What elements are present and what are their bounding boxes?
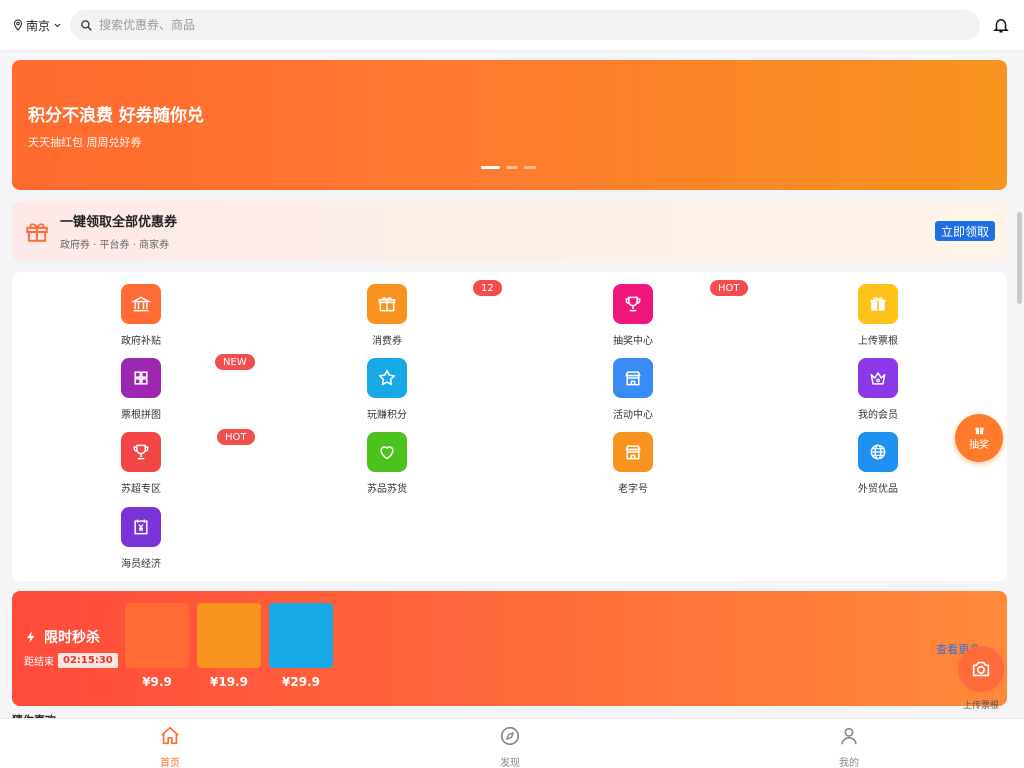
city-selector[interactable]: 南京 — [12, 17, 70, 34]
gift-icon — [974, 427, 984, 435]
lightning-icon — [26, 631, 35, 643]
grid-item-label: 政府补贴 — [121, 336, 161, 347]
camera-icon — [972, 661, 990, 677]
crown-icon — [858, 358, 898, 398]
nav-label: 发现 — [500, 758, 520, 768]
countdown-row: 距结束 02:15:30 — [24, 653, 118, 668]
search-icon — [81, 19, 92, 31]
flash-product-price: ¥19.9 — [210, 675, 248, 689]
grid-item-lottery-center[interactable]: 抽奖中心 — [573, 284, 693, 354]
bottom-navigation: 首页 发现 我的 — [0, 718, 1024, 768]
yen-calendar-icon — [121, 507, 161, 547]
trophy-icon — [613, 284, 653, 324]
banner-dot-3[interactable] — [524, 166, 536, 169]
store-icon — [613, 358, 653, 398]
grid-item-label: 外贸优品 — [858, 484, 898, 495]
nav-label: 首页 — [160, 758, 180, 768]
gift-icon — [26, 223, 48, 242]
search-bar[interactable] — [70, 10, 980, 40]
nav-profile[interactable]: 我的 — [819, 725, 879, 768]
compass-icon — [500, 726, 520, 746]
banner-dot-1[interactable] — [481, 166, 500, 169]
grid-item-export-goods[interactable]: 外贸优品 — [818, 432, 938, 502]
user-icon — [841, 727, 857, 745]
flash-product-image[interactable] — [269, 603, 333, 668]
bank-icon — [121, 284, 161, 324]
globe-icon — [858, 432, 898, 472]
grid-item-gov-subsidy[interactable]: 政府补贴 — [81, 284, 201, 354]
claim-all-coupons-bar: 一键领取全部优惠券 政府券 · 平台券 · 商家券 立即领取 — [12, 201, 1007, 261]
hot-badge: HOT — [217, 429, 255, 445]
nav-label: 我的 — [839, 758, 859, 768]
grid-item-label: 抽奖中心 — [613, 336, 653, 347]
new-badge: NEW — [215, 354, 255, 370]
gift-icon — [367, 284, 407, 324]
lottery-fab[interactable]: 抽奖 — [955, 414, 1003, 462]
grid-item-stub-puzzle[interactable]: 票根拼图 — [81, 358, 201, 428]
grid-item-earn-points[interactable]: 玩赚积分 — [327, 358, 447, 428]
gift-box-icon — [858, 284, 898, 324]
grid-item-membership[interactable]: 我的会员 — [818, 358, 938, 428]
category-grid: 政府补贴 消费券 抽奖中心 上传票根 票根拼图 玩赚积分 活动中心 我的会员 苏… — [12, 272, 1007, 581]
grid-item-su-league[interactable]: 苏超专区 — [81, 432, 201, 502]
top-bar: 南京 — [0, 0, 1024, 50]
flash-product-image[interactable] — [125, 603, 189, 668]
city-name: 南京 — [26, 18, 51, 33]
grid-item-label: 老字号 — [618, 484, 648, 495]
grid-item-time-honored-brands[interactable]: 老字号 — [573, 432, 693, 502]
grid-item-seafarer-economy[interactable]: 海员经济 — [81, 507, 201, 577]
grid-icon — [121, 358, 161, 398]
nav-discover[interactable]: 发现 — [480, 725, 540, 768]
banner-pagination — [481, 166, 536, 169]
grid-item-label: 活动中心 — [613, 410, 653, 421]
upload-stub-fab-label: 上传票根 — [962, 701, 999, 711]
grid-item-label: 苏品苏货 — [367, 484, 407, 495]
chevron-down-icon — [54, 23, 61, 27]
flash-product-image[interactable] — [197, 603, 261, 668]
grid-item-label: 海员经济 — [121, 559, 161, 570]
grid-item-label: 上传票根 — [858, 336, 898, 347]
trophy-icon — [121, 432, 161, 472]
grid-item-label: 票根拼图 — [121, 410, 161, 421]
flash-product-price: ¥29.9 — [282, 675, 320, 689]
store-icon — [613, 432, 653, 472]
flash-product-price: ¥9.9 — [142, 675, 172, 689]
lottery-fab-label: 抽奖 — [969, 440, 989, 451]
flash-sale-title: 限时秒杀 — [44, 630, 100, 646]
countdown-timer: 02:15:30 — [58, 653, 118, 668]
count-badge: 12 — [473, 280, 502, 296]
banner-subtitle: 天天抽红包 周周兑好券 — [28, 136, 142, 149]
grid-item-label: 我的会员 — [858, 410, 898, 421]
nav-home[interactable]: 首页 — [140, 725, 200, 768]
grid-item-upload-stub[interactable]: 上传票根 — [818, 284, 938, 354]
flash-sale-section: 限时秒杀 距结束 02:15:30 ¥9.9 ¥19.9 ¥29.9 查看更多 … — [12, 591, 1007, 706]
grid-item-activity-center[interactable]: 活动中心 — [573, 358, 693, 428]
hot-badge: HOT — [710, 280, 748, 296]
bell-icon — [993, 19, 1009, 33]
grid-item-label: 苏超专区 — [121, 484, 161, 495]
claim-subtitle: 政府券 · 平台券 · 商家券 — [60, 240, 170, 251]
promo-banner[interactable]: 积分不浪费 好券随你兑 天天抽红包 周周兑好券 — [12, 60, 1007, 190]
claim-title: 一键领取全部优惠券 — [60, 215, 178, 230]
grid-item-label: 玩赚积分 — [367, 410, 407, 421]
scrollbar-thumb[interactable] — [1017, 212, 1022, 304]
grid-item-label: 消费券 — [372, 336, 402, 347]
claim-now-button[interactable]: 立即领取 — [934, 221, 995, 241]
banner-title: 积分不浪费 好券随你兑 — [28, 106, 204, 126]
banner-dot-2[interactable] — [506, 166, 518, 169]
location-pin-icon — [13, 19, 23, 31]
upload-stub-fab[interactable] — [958, 646, 1004, 692]
home-icon — [161, 726, 179, 745]
search-input[interactable] — [99, 18, 699, 32]
countdown-label: 距结束 — [24, 657, 54, 668]
star-icon — [367, 358, 407, 398]
heart-icon — [367, 432, 407, 472]
notification-button[interactable] — [990, 14, 1012, 36]
grid-item-consumer-coupon[interactable]: 消费券 — [327, 284, 447, 354]
grid-item-su-products[interactable]: 苏品苏货 — [327, 432, 447, 502]
scrollbar[interactable] — [1016, 50, 1022, 716]
